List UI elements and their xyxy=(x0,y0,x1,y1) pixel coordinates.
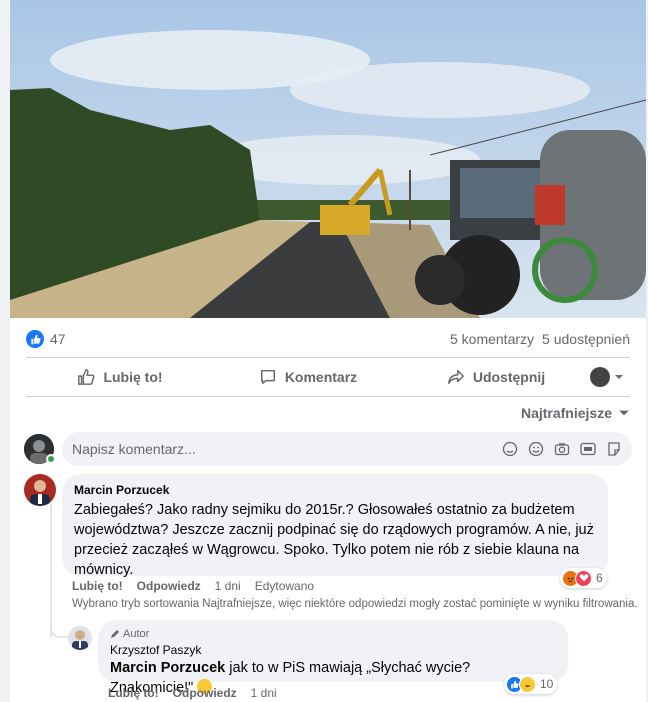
shares-count[interactable]: 5 udostępnień xyxy=(542,331,630,347)
comment-label: Komentarz xyxy=(284,369,358,385)
comment-input-box[interactable] xyxy=(62,432,632,466)
share-icon xyxy=(447,369,464,385)
reactions-count[interactable]: 47 xyxy=(50,331,66,347)
comment-reply-link[interactable]: Odpowiedz xyxy=(137,579,201,593)
post-actions: Lubię to! Komentarz Udostępnij xyxy=(26,360,630,394)
reply-time[interactable]: 1 dni xyxy=(251,686,277,700)
comment-time[interactable]: 1 dni xyxy=(215,579,241,593)
author-tag: Autor xyxy=(110,628,556,640)
sticker-icon[interactable] xyxy=(606,441,622,457)
reply-like-link[interactable]: Lubię to! xyxy=(108,686,159,700)
online-status-icon xyxy=(46,454,56,464)
reaction-count: 10 xyxy=(540,677,554,691)
avatar[interactable] xyxy=(68,626,92,650)
haha-reaction-icon xyxy=(519,675,536,693)
comment-reactions[interactable]: 6 xyxy=(560,568,607,588)
divider xyxy=(26,357,630,358)
comment-composer xyxy=(24,431,632,467)
comment-input[interactable] xyxy=(72,441,502,457)
emoji-icon[interactable] xyxy=(528,441,544,457)
comment-text: Zabiegałeś? Jako radny sejmiku do 2015r.… xyxy=(74,502,594,578)
thread-line xyxy=(50,614,68,638)
pen-icon xyxy=(111,630,119,638)
reply-reactions[interactable]: 10 xyxy=(504,674,558,694)
reactions-summary: 47 5 komentarzy 5 udostępnień xyxy=(26,326,630,352)
share-button[interactable]: Udostępnij xyxy=(402,360,590,394)
like-button[interactable]: Lubię to! xyxy=(26,360,214,394)
reply-reply-link[interactable]: Odpowiedz xyxy=(173,686,237,700)
avatar xyxy=(590,367,610,387)
chevron-down-icon xyxy=(615,375,623,379)
love-reaction-icon xyxy=(575,569,592,587)
reply-bubble: Autor Krzysztof Paszyk Marcin Porzucek j… xyxy=(98,620,568,696)
comment-like-link[interactable]: Lubię to! xyxy=(72,579,123,593)
post-card: 47 5 komentarzy 5 udostępnień Lubię to! … xyxy=(10,0,646,702)
comment-author[interactable]: Marcin Porzucek xyxy=(74,482,596,498)
reaction-count: 6 xyxy=(596,571,603,585)
author-tag-label: Autor xyxy=(123,628,150,640)
mention-link[interactable]: Marcin Porzucek xyxy=(110,660,225,676)
reply-author[interactable]: Krzysztof Paszyk xyxy=(110,642,556,658)
audience-avatar-selector[interactable] xyxy=(590,367,630,387)
comment-button[interactable]: Komentarz xyxy=(214,360,402,394)
thumbs-up-icon xyxy=(78,369,95,385)
filter-note: Wybrano tryb sortowania Najtrafniejsze, … xyxy=(72,598,638,610)
divider xyxy=(26,396,630,397)
comment-icon xyxy=(260,369,275,385)
chevron-down-icon xyxy=(619,410,629,416)
post-photo[interactable] xyxy=(10,0,646,318)
like-label: Lubię to! xyxy=(103,369,163,385)
share-label: Udostępnij xyxy=(472,369,546,385)
camera-icon[interactable] xyxy=(554,441,570,457)
avatar-sticker-icon[interactable] xyxy=(502,441,518,457)
comment-bubble: Marcin Porzucek Zabiegałeś? Jako radny s… xyxy=(62,474,608,578)
comments-count[interactable]: 5 komentarzy xyxy=(450,331,534,347)
gif-icon[interactable] xyxy=(580,441,596,457)
comment-meta: Lubię to! Odpowiedz 1 dni Edytowano xyxy=(72,579,314,593)
composer-tools xyxy=(502,441,622,457)
like-reaction-icon[interactable] xyxy=(26,330,44,348)
edited-label: Edytowano xyxy=(254,579,315,593)
sort-label: Najtrafniejsze xyxy=(520,405,612,421)
comment-sort-dropdown[interactable]: Najtrafniejsze xyxy=(521,405,630,421)
reply-meta: Lubię to! Odpowiedz 1 dni xyxy=(108,686,277,700)
